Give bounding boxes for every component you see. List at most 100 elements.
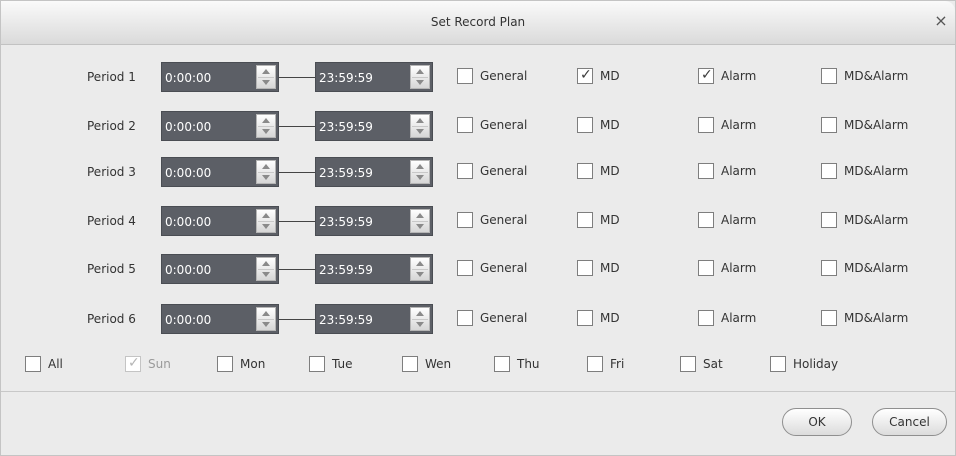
spin-buttons[interactable] xyxy=(256,209,276,233)
spin-buttons[interactable] xyxy=(410,114,430,138)
checkbox-box[interactable] xyxy=(457,68,473,84)
end-time-field[interactable]: 23:59:59 xyxy=(315,62,433,92)
checkbox-box[interactable] xyxy=(494,356,510,372)
checkbox-box[interactable] xyxy=(457,212,473,228)
checkbox-box[interactable] xyxy=(217,356,233,372)
spin-down-icon[interactable] xyxy=(416,80,424,85)
checkbox-box[interactable] xyxy=(402,356,418,372)
spin-up-icon[interactable] xyxy=(262,213,270,218)
time-value[interactable]: 0:00:00 xyxy=(165,71,211,85)
checkbox-box[interactable] xyxy=(577,212,593,228)
spin-buttons[interactable] xyxy=(410,160,430,184)
checkbox-box[interactable] xyxy=(577,260,593,276)
checkbox-box[interactable] xyxy=(821,68,837,84)
time-value[interactable]: 23:59:59 xyxy=(319,166,373,180)
checkbox-box[interactable] xyxy=(698,310,714,326)
spin-down-icon[interactable] xyxy=(262,224,270,229)
spin-down-icon[interactable] xyxy=(262,272,270,277)
start-time-field[interactable]: 0:00:00 xyxy=(161,62,279,92)
spin-up-icon[interactable] xyxy=(416,164,424,169)
time-value[interactable]: 0:00:00 xyxy=(165,120,211,134)
checkbox-label: General xyxy=(480,118,528,132)
spin-down-icon[interactable] xyxy=(416,272,424,277)
start-time-field[interactable]: 0:00:00 xyxy=(161,111,279,141)
spin-buttons[interactable] xyxy=(256,114,276,138)
spin-buttons[interactable] xyxy=(410,65,430,89)
checkbox-box[interactable] xyxy=(698,260,714,276)
checkbox-box[interactable] xyxy=(457,260,473,276)
time-value[interactable]: 23:59:59 xyxy=(319,263,373,277)
spin-buttons[interactable] xyxy=(256,65,276,89)
checkbox-box[interactable] xyxy=(821,212,837,228)
checkbox-box[interactable] xyxy=(698,163,714,179)
checkbox-box[interactable]: ✓ xyxy=(698,67,714,84)
end-time-field[interactable]: 23:59:59 xyxy=(315,304,433,334)
checkbox-box[interactable] xyxy=(821,117,837,133)
start-time-field[interactable]: 0:00:00 xyxy=(161,206,279,236)
spin-down-icon[interactable] xyxy=(262,175,270,180)
time-value[interactable]: 23:59:59 xyxy=(319,215,373,229)
spin-buttons[interactable] xyxy=(256,160,276,184)
spin-buttons[interactable] xyxy=(256,307,276,331)
spin-up-icon[interactable] xyxy=(262,164,270,169)
spin-up-icon[interactable] xyxy=(262,118,270,123)
spin-down-icon[interactable] xyxy=(416,175,424,180)
checkbox-box[interactable] xyxy=(698,117,714,133)
spin-up-icon[interactable] xyxy=(262,311,270,316)
checkbox-box[interactable] xyxy=(680,356,696,372)
checkbox-box[interactable] xyxy=(577,310,593,326)
checkbox-box[interactable]: ✓ xyxy=(577,67,593,84)
cancel-button[interactable]: Cancel xyxy=(872,408,947,436)
checkbox-box[interactable] xyxy=(309,356,325,372)
spin-up-icon[interactable] xyxy=(416,213,424,218)
time-value[interactable]: 0:00:00 xyxy=(165,263,211,277)
checkbox-box[interactable] xyxy=(770,356,786,372)
end-time-field[interactable]: 23:59:59 xyxy=(315,157,433,187)
spin-buttons[interactable] xyxy=(410,209,430,233)
end-time-field[interactable]: 23:59:59 xyxy=(315,254,433,284)
spin-up-icon[interactable] xyxy=(416,311,424,316)
spin-buttons[interactable] xyxy=(256,257,276,281)
checkbox-label: Fri xyxy=(610,357,625,371)
time-value[interactable]: 23:59:59 xyxy=(319,71,373,85)
spin-up-icon[interactable] xyxy=(262,69,270,74)
checkbox-label: MD&Alarm xyxy=(844,118,909,132)
checkbox-box[interactable] xyxy=(577,163,593,179)
checkbox-box[interactable] xyxy=(457,117,473,133)
start-time-field[interactable]: 0:00:00 xyxy=(161,304,279,334)
spin-down-icon[interactable] xyxy=(262,322,270,327)
time-value[interactable]: 23:59:59 xyxy=(319,120,373,134)
ok-button[interactable]: OK xyxy=(782,408,852,436)
spin-down-icon[interactable] xyxy=(262,129,270,134)
checkbox-box[interactable] xyxy=(457,163,473,179)
checkbox-box[interactable] xyxy=(577,117,593,133)
spin-up-icon[interactable] xyxy=(416,261,424,266)
checkbox-box[interactable] xyxy=(821,163,837,179)
time-value[interactable]: 0:00:00 xyxy=(165,215,211,229)
spin-up-icon[interactable] xyxy=(262,261,270,266)
spin-buttons[interactable] xyxy=(410,307,430,331)
checkbox-box[interactable] xyxy=(821,260,837,276)
spin-up-icon[interactable] xyxy=(416,118,424,123)
checkbox-box[interactable] xyxy=(821,310,837,326)
close-icon[interactable]: × xyxy=(933,12,949,30)
end-time-field[interactable]: 23:59:59 xyxy=(315,111,433,141)
spin-down-icon[interactable] xyxy=(416,322,424,327)
end-time-field[interactable]: 23:59:59 xyxy=(315,206,433,236)
spin-up-icon[interactable] xyxy=(416,69,424,74)
spin-down-icon[interactable] xyxy=(416,129,424,134)
start-time-field[interactable]: 0:00:00 xyxy=(161,157,279,187)
checkbox-box[interactable] xyxy=(587,356,603,372)
spin-down-icon[interactable] xyxy=(262,80,270,85)
checkbox-box[interactable] xyxy=(25,356,41,372)
checkbox-box[interactable] xyxy=(698,212,714,228)
time-value[interactable]: 23:59:59 xyxy=(319,313,373,327)
spin-buttons[interactable] xyxy=(410,257,430,281)
time-value[interactable]: 0:00:00 xyxy=(165,313,211,327)
checkbox-box[interactable] xyxy=(457,310,473,326)
spin-down-icon[interactable] xyxy=(416,224,424,229)
start-time-field[interactable]: 0:00:00 xyxy=(161,254,279,284)
time-value[interactable]: 0:00:00 xyxy=(165,166,211,180)
period-label: Period 6 xyxy=(87,312,136,326)
spin-divider xyxy=(258,221,274,222)
